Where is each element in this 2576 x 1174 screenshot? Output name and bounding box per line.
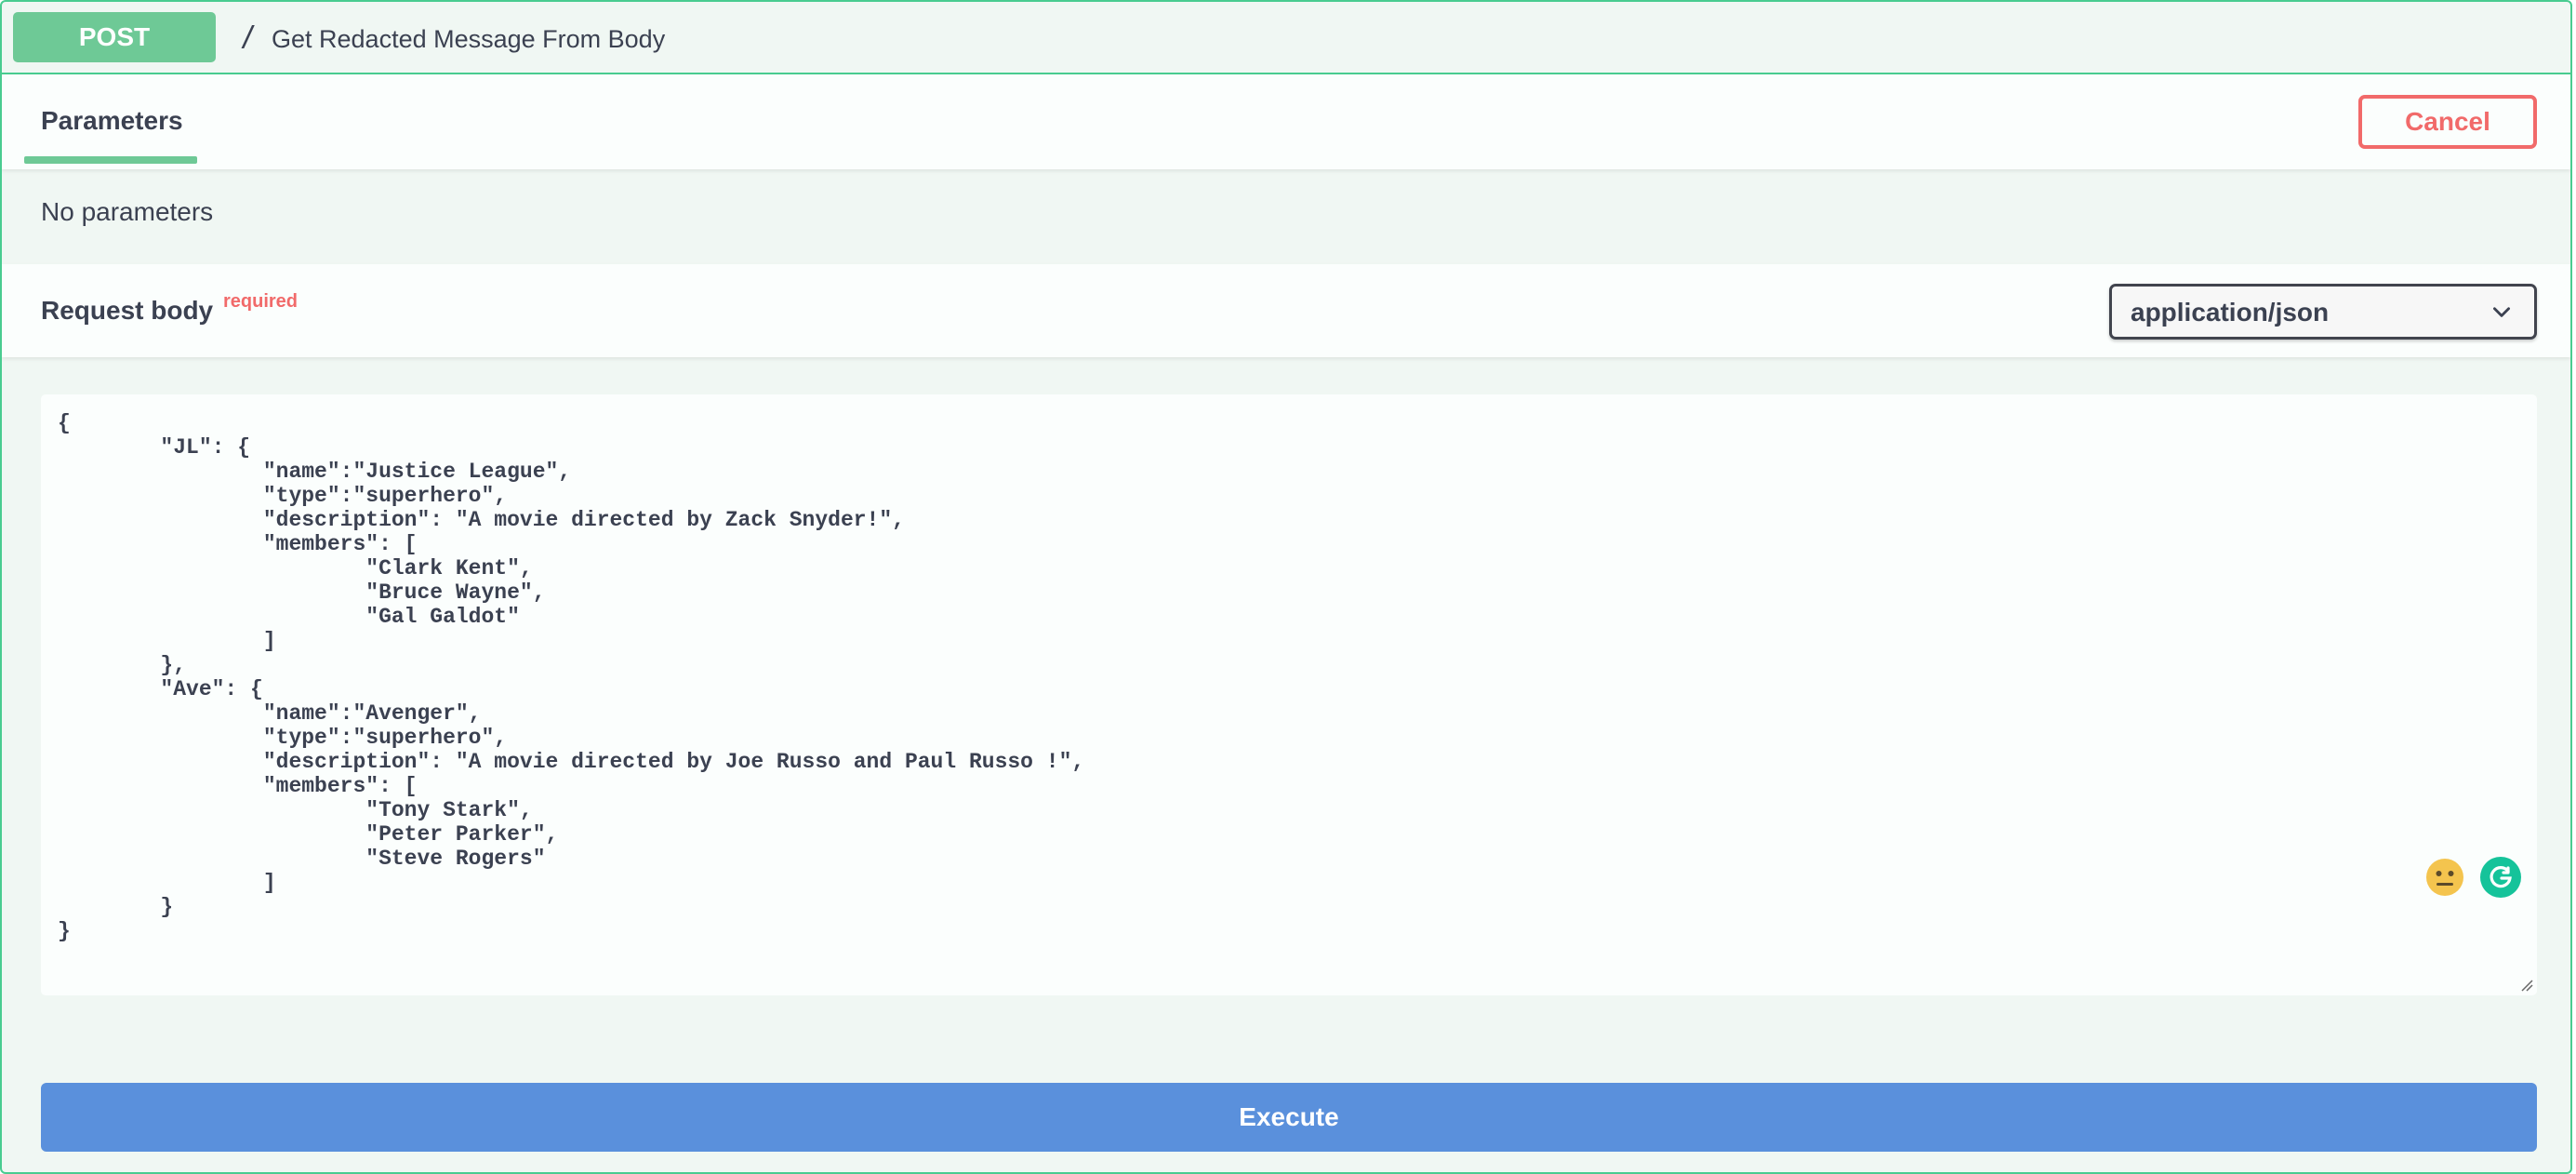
tab-parameters[interactable]: Parameters xyxy=(41,102,183,140)
request-body-editor[interactable]: { "JL": { "name":"Justice League", "type… xyxy=(41,394,2537,995)
operation-summary-text: Get Redacted Message From Body xyxy=(272,25,666,53)
request-body-textarea[interactable]: { "JL": { "name":"Justice League", "type… xyxy=(58,411,1084,943)
chevron-down-icon xyxy=(2493,307,2510,317)
resize-handle-icon[interactable] xyxy=(2518,977,2533,992)
operation-summary[interactable]: POST / Get Redacted Message From Body xyxy=(2,2,2570,74)
neutral-face-icon[interactable] xyxy=(2425,858,2464,897)
execute-button[interactable]: Execute xyxy=(41,1083,2537,1152)
grammarly-icon[interactable] xyxy=(2479,856,2522,899)
method-badge: POST xyxy=(13,12,216,62)
parameters-header: Parameters Cancel xyxy=(2,74,2570,169)
content-type-value: application/json xyxy=(2131,298,2330,327)
cancel-button[interactable]: Cancel xyxy=(2358,95,2537,149)
tab-active-indicator xyxy=(24,156,197,164)
required-marker: required xyxy=(223,291,299,312)
request-body-label: Request body xyxy=(41,296,214,325)
no-parameters-text: No parameters xyxy=(41,197,214,226)
request-body-header: Request body required application/json xyxy=(2,264,2570,357)
operation-block: POST / Get Redacted Message From Body Pa… xyxy=(0,0,2572,1174)
operation-path: / xyxy=(240,20,258,53)
content-type-select[interactable]: application/json xyxy=(2109,284,2537,340)
